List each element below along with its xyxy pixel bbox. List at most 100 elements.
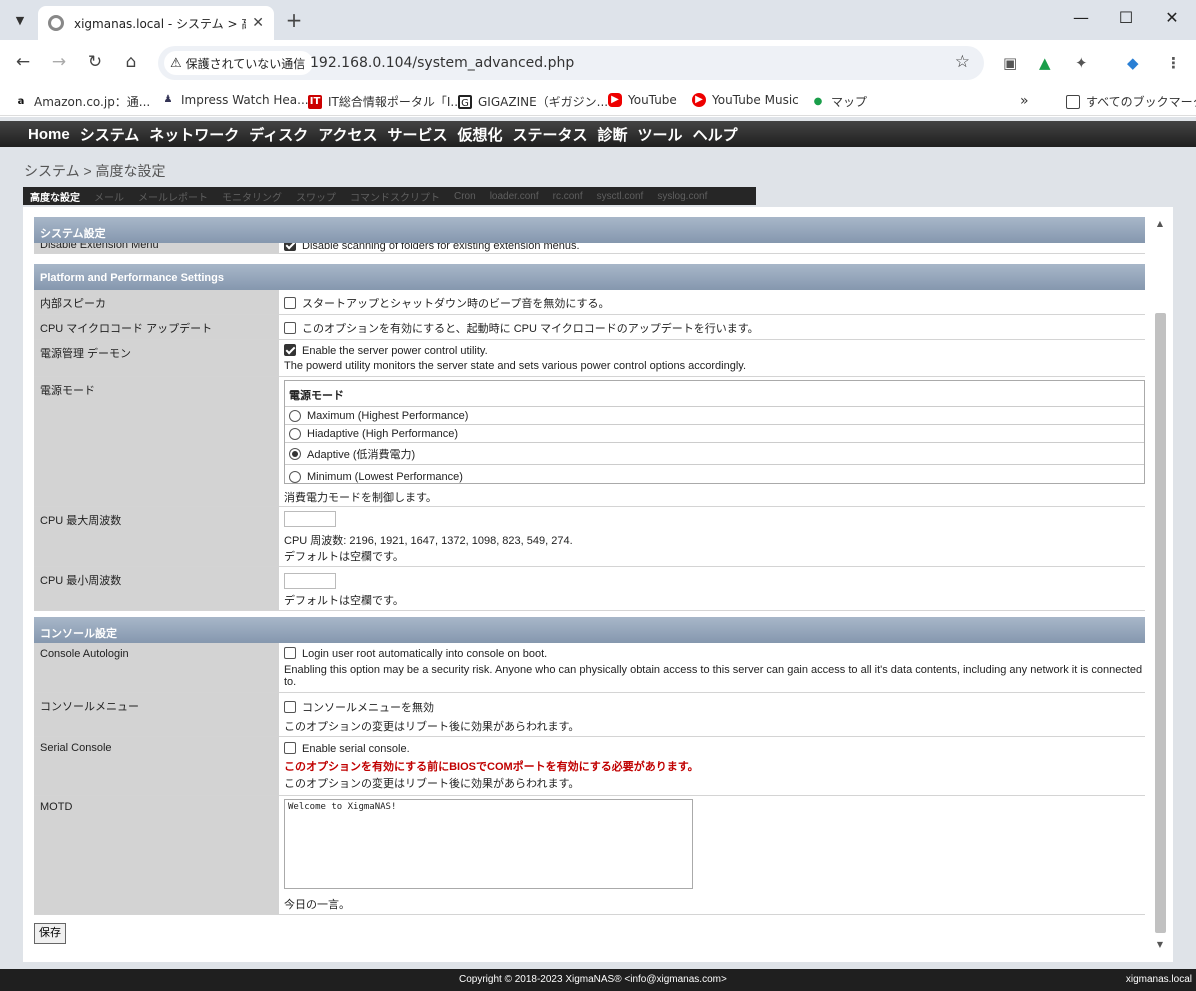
tab-sysctl-conf[interactable]: sysctl.conf xyxy=(590,191,651,202)
nav-diagnostics[interactable]: 診断 xyxy=(598,124,628,145)
serial-console-checkbox[interactable] xyxy=(284,742,296,754)
powerd-checkbox[interactable] xyxy=(284,344,296,356)
cpu-min-freq-input[interactable] xyxy=(284,573,336,589)
console-menu-checkbox[interactable] xyxy=(284,701,296,713)
radio-maximum[interactable] xyxy=(289,409,301,422)
maximize-icon[interactable]: ☐ xyxy=(1111,8,1141,27)
row-label: コンソールメニュー xyxy=(34,693,279,736)
bookmark-item[interactable]: a Amazon.co.jp：通... xyxy=(14,93,151,110)
row-label: CPU 最大周波数 xyxy=(34,507,279,566)
scroll-thumb[interactable] xyxy=(1155,313,1166,933)
extensions-icon[interactable]: ✦ xyxy=(1075,54,1088,72)
warning-icon: ⚠ xyxy=(170,55,182,71)
power-option-minimum[interactable]: Minimum (Lowest Performance) xyxy=(285,465,1144,485)
cast-icon[interactable]: ▣ xyxy=(1003,54,1017,72)
bookmark-item[interactable]: ▶ YouTube xyxy=(608,93,677,107)
page-body: Home システム ネットワーク ディスク アクセス サービス 仮想化 ステータ… xyxy=(0,117,1196,991)
section-platform-performance: Platform and Performance Settings xyxy=(34,264,1145,290)
power-option-maximum[interactable]: Maximum (Highest Performance) xyxy=(285,407,1144,425)
nav-status[interactable]: ステータス xyxy=(513,124,588,145)
scroll-up-icon[interactable]: ▲ xyxy=(1153,217,1167,231)
cpu-min-description: デフォルトは空欄です。 xyxy=(284,595,404,607)
nav-services[interactable]: サービス xyxy=(387,124,447,145)
window-close-icon[interactable]: ✕ xyxy=(1157,8,1187,27)
nav-home[interactable]: Home xyxy=(28,126,70,143)
radio-hiadaptive[interactable] xyxy=(289,427,301,440)
new-tab-button[interactable]: + xyxy=(284,9,304,31)
all-bookmarks[interactable]: すべてのブックマーク xyxy=(1066,93,1196,110)
bookmark-item[interactable]: G GIGAZINE（ギガジン... xyxy=(458,93,608,110)
tab-loader-conf[interactable]: loader.conf xyxy=(483,191,546,202)
power-option-hiadaptive[interactable]: Hiadaptive (High Performance) xyxy=(285,425,1144,443)
tab-email-report[interactable]: メールレポート xyxy=(131,189,215,204)
row-label: Disable Extension Menu xyxy=(34,243,279,253)
nav-system[interactable]: システム xyxy=(80,124,140,145)
autologin-checkbox[interactable] xyxy=(284,647,296,659)
cpu-max-description: デフォルトは空欄です。 xyxy=(284,551,404,563)
nav-tools[interactable]: ツール xyxy=(638,124,683,145)
row-console-menu: コンソールメニュー コンソールメニューを無効 このオプションの変更はリブート後に… xyxy=(34,693,1145,737)
minimize-icon[interactable]: — xyxy=(1066,8,1096,27)
tab-advanced[interactable]: 高度な設定 xyxy=(23,189,87,204)
motd-textarea[interactable]: Welcome to XigmaNAS! xyxy=(284,799,693,889)
scrollbar[interactable]: ▲ ▼ xyxy=(1153,217,1167,952)
radio-adaptive[interactable] xyxy=(289,447,301,460)
row-disable-extension-menu: Disable Extension Menu Disable scanning … xyxy=(34,243,1145,254)
drive-icon[interactable]: ▲ xyxy=(1039,54,1051,72)
row-cpu-microcode: CPU マイクロコード アップデート このオプションを有効にすると、起動時に C… xyxy=(34,315,1145,340)
speaker-checkbox[interactable] xyxy=(284,297,296,309)
bookmark-item[interactable]: IT IT総合情報ポータル「I... xyxy=(308,93,462,110)
power-option-adaptive[interactable]: Adaptive (低消費電力) xyxy=(285,443,1144,465)
row-console-autologin: Console Autologin Login user root automa… xyxy=(34,643,1145,693)
nav-network[interactable]: ネットワーク xyxy=(149,124,239,145)
browser-tab-bar: ▼ xigmanas.local - システム > 高度 ✕ + — ☐ ✕ xyxy=(0,0,1196,40)
tab-close-icon[interactable]: ✕ xyxy=(252,15,264,31)
impress-icon: ♟ xyxy=(163,94,173,105)
tab-syslog-conf[interactable]: syslog.conf xyxy=(650,191,714,202)
back-arrow-icon[interactable]: ← xyxy=(12,52,34,72)
section-console-settings: コンソール設定 xyxy=(34,617,1145,643)
browser-tab[interactable]: xigmanas.local - システム > 高度 ✕ xyxy=(38,6,274,40)
bookmark-star-icon[interactable]: ☆ xyxy=(955,52,970,72)
radio-minimum[interactable] xyxy=(289,470,301,483)
scroll-down-icon[interactable]: ▼ xyxy=(1153,938,1167,952)
tab-search-button[interactable]: ▼ xyxy=(8,8,32,32)
menu-dots-icon[interactable]: ⋮ xyxy=(1166,54,1181,72)
tab-cron[interactable]: Cron xyxy=(447,191,483,202)
extension-menu-checkbox[interactable] xyxy=(284,243,296,251)
power-mode-group: 電源モード Maximum (Highest Performance) Hiad… xyxy=(284,380,1145,484)
microcode-checkbox[interactable] xyxy=(284,322,296,334)
home-icon[interactable]: ⌂ xyxy=(120,52,142,72)
tab-rc-conf[interactable]: rc.conf xyxy=(546,191,590,202)
tab-email[interactable]: メール xyxy=(87,189,131,204)
bookmark-item[interactable]: ♟ Impress Watch Hea... xyxy=(161,93,309,107)
security-chip[interactable]: ⚠ 保護されていない通信 xyxy=(164,51,314,75)
tab-command-scripts[interactable]: コマンドスクリプト xyxy=(343,189,447,204)
bookmark-item[interactable]: ▶ YouTube Music xyxy=(692,93,799,107)
security-label: 保護されていない通信 xyxy=(185,56,306,71)
row-label: CPU マイクロコード アップデート xyxy=(34,315,279,339)
nav-help[interactable]: ヘルプ xyxy=(693,124,738,145)
tab-monitoring[interactable]: モニタリング xyxy=(215,189,289,204)
save-button[interactable]: 保存 xyxy=(34,923,66,944)
amazon-icon: a xyxy=(17,95,25,107)
forward-arrow-icon[interactable]: → xyxy=(48,52,70,72)
bookmark-item[interactable]: ● マップ xyxy=(811,93,867,110)
more-bookmarks-icon[interactable]: » xyxy=(1020,93,1029,109)
nav-access[interactable]: アクセス xyxy=(318,124,377,145)
power-mode-header: 電源モード xyxy=(285,381,1144,407)
power-mode-description: 消費電力モードを制御します。 xyxy=(284,492,437,504)
row-label: 電源管理 デーモン xyxy=(34,340,279,376)
chevron-down-icon: ▼ xyxy=(15,13,25,27)
nav-disk[interactable]: ディスク xyxy=(249,124,308,145)
browser-toolbar: ← → ↻ ⌂ ⚠ 保護されていない通信 192.168.0.104/syste… xyxy=(0,40,1196,86)
settings-panel: ▲ ▼ システム設定 Disable Extension Menu Disabl… xyxy=(23,207,1173,962)
motd-description: 今日の一言。 xyxy=(284,899,350,911)
nav-virtualization[interactable]: 仮想化 xyxy=(458,124,503,145)
profile-icon[interactable]: ◆ xyxy=(1127,54,1139,72)
reload-icon[interactable]: ↻ xyxy=(84,52,106,72)
address-bar[interactable]: ⚠ 保護されていない通信 192.168.0.104/system_advanc… xyxy=(158,46,984,80)
cpu-max-freq-input[interactable] xyxy=(284,511,336,527)
tab-swap[interactable]: スワップ xyxy=(289,189,343,204)
main-nav: Home システム ネットワーク ディスク アクセス サービス 仮想化 ステータ… xyxy=(0,121,1196,147)
